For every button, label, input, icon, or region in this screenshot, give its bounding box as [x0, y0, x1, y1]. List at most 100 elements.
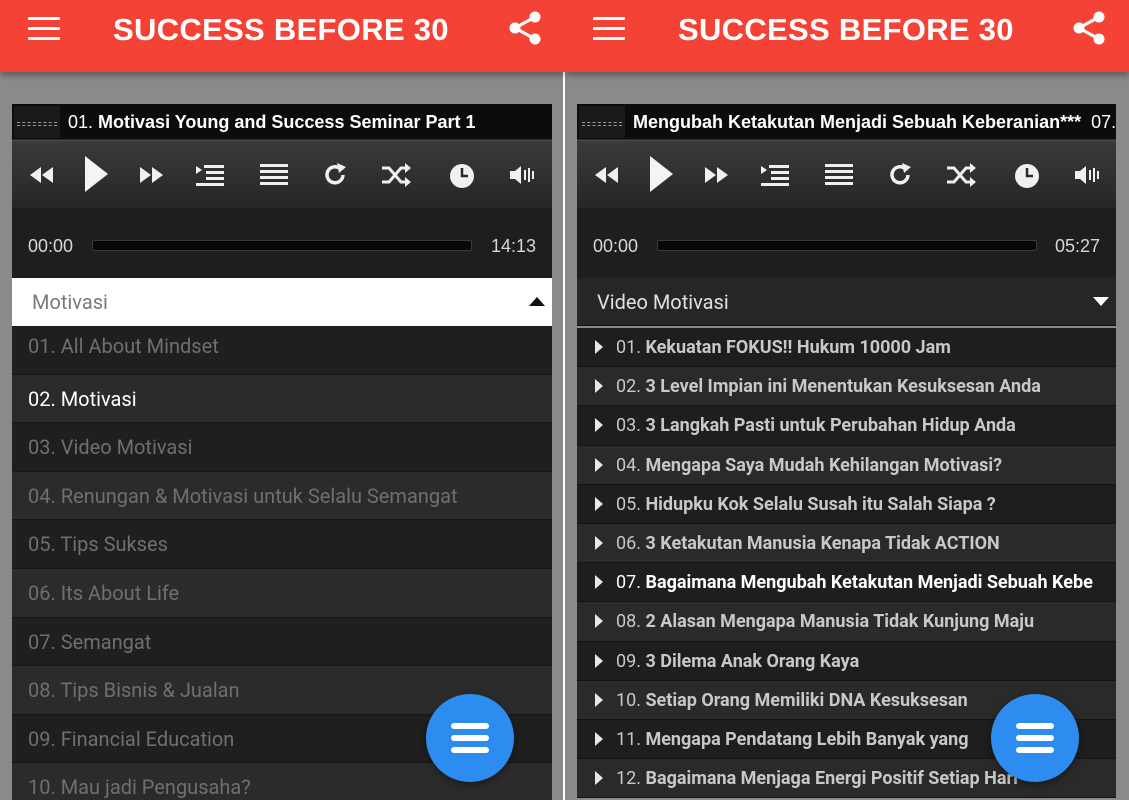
list-item-label: 01. Kekuatan FOKUS!! Hukum 10000 Jam [616, 337, 951, 358]
player-controls [12, 140, 552, 208]
now-playing-bar: 01. Motivasi Young and Success Seminar P… [12, 104, 552, 140]
list-item-title: Mengapa Saya Mudah Kehilangan Motivasi? [645, 454, 1003, 476]
list-item[interactable]: 01. All About Mindset [12, 326, 552, 375]
play-arrow-icon [595, 535, 603, 550]
list-item-number: 07. [616, 572, 641, 594]
timer-icon[interactable] [446, 159, 478, 191]
list-item[interactable]: 04. Mengapa Saya Mudah Kehilangan Motiva… [577, 445, 1116, 485]
list-item[interactable]: 06. 3 Ketakutan Manusia Kenapa Tidak ACT… [577, 523, 1116, 564]
playlist-icon[interactable] [823, 159, 855, 191]
list-item-title: 3 Level Impian ini Menentukan Kesuksesan… [645, 376, 1041, 398]
rewind-icon[interactable] [26, 159, 58, 191]
list-item-label: 03. Video Motivasi [28, 435, 193, 460]
total-time: 05:27 [1054, 236, 1100, 256]
list-item-label: 05. Hidupku Kok Selalu Susah itu Salah S… [616, 494, 996, 515]
app-bar: SUCCESS BEFORE 30 [565, 0, 1129, 72]
current-time: 00:00 [593, 236, 639, 256]
progress-bar-area: 00:00 05:27 [577, 208, 1116, 278]
list-item-label: 05. Tips Sukses [28, 532, 168, 557]
list-item-label: 02. Motivasi [28, 386, 137, 411]
list-item-label: 03. 3 Langkah Pasti untuk Perubahan Hidu… [616, 415, 1016, 436]
volume-icon[interactable] [1072, 159, 1104, 191]
list-item-label: 10. Setiap Orang Memiliki DNA Kesuksesan [616, 690, 968, 711]
now-playing-title: Mengubah Ketakutan Menjadi Sebuah Kebera… [633, 112, 1116, 133]
list-item-number: 06. [616, 532, 641, 554]
menu-fab-icon[interactable] [991, 694, 1079, 782]
list-item[interactable]: 02. Motivasi [12, 374, 552, 424]
play-arrow-icon [595, 692, 603, 707]
list-item-label: 04. Renungan & Motivasi untuk Selalu Sem… [28, 483, 458, 508]
play-icon[interactable] [643, 153, 679, 195]
category-dropdown[interactable]: Motivasi [12, 278, 552, 326]
chevron-up-icon [529, 297, 545, 306]
list-item[interactable]: 08. 2 Alasan Mengapa Manusia Tidak Kunju… [577, 602, 1116, 642]
list-item-title: 2 Alasan Mengapa Manusia Tidak Kunjung M… [645, 611, 1035, 633]
play-arrow-icon [595, 457, 603, 472]
list-item[interactable]: 05. Tips Sukses [12, 520, 552, 569]
list-item-label: 06. 3 Ketakutan Manusia Kenapa Tidak ACT… [616, 533, 1000, 554]
dropdown-label: Video Motivasi [597, 290, 729, 314]
progress-bar-area: 00:00 14:13 [12, 208, 552, 278]
now-playing-number: 07. [1091, 112, 1116, 132]
left-screen: SUCCESS BEFORE 30 01. Motivasi Young and… [0, 0, 565, 800]
list-item-title: Kekuatan FOKUS!! Hukum 10000 Jam [645, 337, 951, 358]
queue-icon[interactable] [759, 159, 791, 191]
list-item-label: 11. Mengapa Pendatang Lebih Banyak yang [616, 729, 969, 750]
rewind-icon[interactable] [591, 159, 623, 191]
now-playing-number: 01. [68, 112, 94, 132]
list-item-number: 08. [616, 611, 641, 633]
list-item[interactable]: 03. Video Motivasi [12, 423, 552, 472]
list-item-label: 07. Bagaimana Mengubah Ketakutan Menjadi… [616, 572, 1093, 593]
hamburger-icon[interactable] [28, 17, 60, 40]
now-playing-bar: Mengubah Ketakutan Menjadi Sebuah Kebera… [577, 104, 1116, 140]
list-item[interactable]: 02. 3 Level Impian ini Menentukan Kesuks… [577, 367, 1116, 407]
play-arrow-icon [595, 614, 603, 629]
seek-bar[interactable] [657, 240, 1037, 251]
share-icon[interactable] [505, 8, 545, 48]
category-dropdown[interactable]: Video Motivasi [577, 278, 1116, 326]
repeat-icon[interactable] [319, 159, 351, 191]
list-item-title: Bagaimana Mengubah Ketakutan Menjadi Seb… [645, 572, 1093, 594]
timer-icon[interactable] [1011, 159, 1043, 191]
list-item[interactable]: 07. Bagaimana Mengubah Ketakutan Menjadi… [577, 563, 1116, 603]
list-item[interactable]: 09. 3 Dilema Anak Orang Kaya [577, 641, 1116, 681]
chevron-down-icon [1093, 297, 1109, 306]
current-time: 00:00 [28, 236, 74, 256]
list-item-title: 3 Dilema Anak Orang Kaya [645, 650, 860, 672]
list-item[interactable]: 04. Renungan & Motivasi untuk Selalu Sem… [12, 471, 552, 521]
list-item-label: 06. Its About Life [28, 580, 180, 605]
list-item[interactable]: 03. 3 Langkah Pasti untuk Perubahan Hidu… [577, 406, 1116, 446]
app-bar: SUCCESS BEFORE 30 [0, 0, 565, 72]
right-screen: SUCCESS BEFORE 30 Mengubah Ketakutan Men… [565, 0, 1129, 800]
queue-icon[interactable] [194, 159, 226, 191]
share-icon[interactable] [1069, 8, 1109, 48]
volume-icon[interactable] [507, 159, 539, 191]
fast-forward-icon[interactable] [700, 159, 732, 191]
list-item[interactable]: 06. Its About Life [12, 568, 552, 618]
play-arrow-icon [595, 575, 603, 590]
play-arrow-icon [595, 731, 603, 746]
play-arrow-icon [595, 340, 603, 354]
list-item[interactable]: 07. Semangat [12, 617, 552, 667]
now-playing-text: Mengubah Ketakutan Menjadi Sebuah Kebera… [633, 112, 1082, 132]
seek-bar[interactable] [92, 240, 472, 251]
list-item[interactable]: 05. Hidupku Kok Selalu Susah itu Salah S… [577, 484, 1116, 524]
repeat-icon[interactable] [884, 159, 916, 191]
list-item-title: Mengapa Pendatang Lebih Banyak yang [645, 728, 969, 750]
play-arrow-icon [595, 418, 603, 433]
shuffle-icon[interactable] [380, 159, 412, 191]
list-item[interactable]: 01. Kekuatan FOKUS!! Hukum 10000 Jam [577, 328, 1116, 368]
list-item-title: Setiap Orang Memiliki DNA Kesuksesan [645, 689, 968, 711]
play-icon[interactable] [78, 153, 114, 195]
equalizer-icon [579, 106, 625, 138]
list-item-title: Bagaimana Menjaga Energi Positif Setiap … [645, 768, 1018, 790]
fast-forward-icon[interactable] [135, 159, 167, 191]
play-arrow-icon [595, 496, 603, 511]
list-item-label: 09. 3 Dilema Anak Orang Kaya [616, 651, 859, 672]
shuffle-icon[interactable] [945, 159, 977, 191]
menu-fab-icon[interactable] [426, 694, 514, 782]
total-time: 14:13 [490, 236, 536, 256]
audio-player: 01. Motivasi Young and Success Seminar P… [12, 104, 552, 278]
hamburger-icon[interactable] [593, 17, 625, 40]
playlist-icon[interactable] [258, 159, 290, 191]
